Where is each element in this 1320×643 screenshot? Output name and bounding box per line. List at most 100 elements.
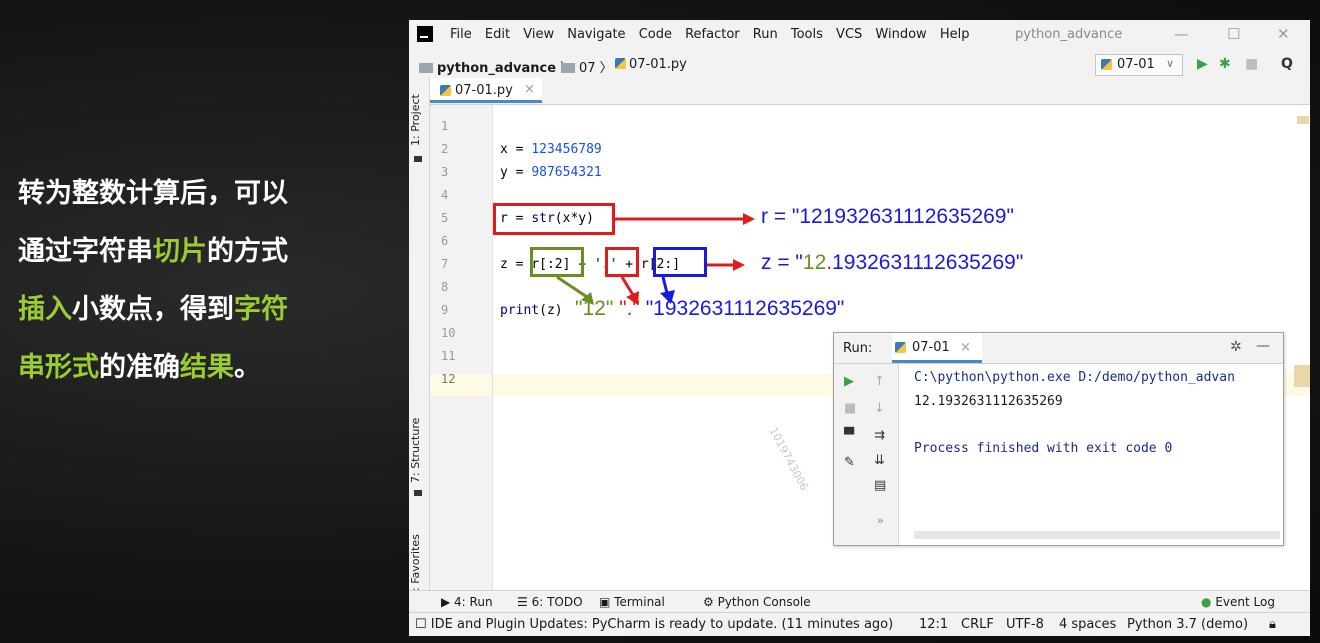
breadcrumb-project[interactable]: python_advance 〉 xyxy=(419,57,573,76)
error-stripe-marker[interactable] xyxy=(1294,365,1310,387)
caption-highlight: 插入 xyxy=(18,294,72,325)
caption-line-3: 插入小数点，得到字符 xyxy=(18,281,388,339)
line-number: 3 xyxy=(441,165,449,179)
run-tool-tab[interactable]: ▶ 4: Run xyxy=(441,595,493,609)
search-icon[interactable]: Q xyxy=(1281,56,1293,72)
file-encoding[interactable]: UTF-8 xyxy=(1006,617,1044,632)
hide-panel-icon[interactable]: — xyxy=(1256,338,1270,354)
breadcrumb-folder[interactable]: 07 〉 xyxy=(561,57,613,76)
menu-window[interactable]: Window xyxy=(875,27,926,42)
caption-text: 通过字符串 xyxy=(18,236,153,267)
navigation-bar: python_advance 〉 07 〉 07-01.py 07-01 ∨ ▶… xyxy=(409,50,1310,79)
run-panel-header: Run: 07-01 × ✲ — xyxy=(834,333,1283,364)
soft-wrap-icon[interactable]: ⇉ xyxy=(874,428,885,443)
run-panel-title: Run: xyxy=(843,341,873,356)
indent-setting[interactable]: 4 spaces xyxy=(1059,617,1116,632)
arrow-up-icon[interactable]: ↑ xyxy=(874,374,885,389)
line-number: 5 xyxy=(441,211,449,225)
gear-icon[interactable]: ✲ xyxy=(1230,339,1242,355)
stop-icon[interactable]: ■ xyxy=(1245,56,1258,72)
structure-icon xyxy=(414,490,422,496)
event-log-tool-tab[interactable]: ● Event Log xyxy=(1201,595,1275,609)
chevron-down-icon: ∨ xyxy=(1166,57,1175,70)
run-panel-toolbar: ▶ ↑ ■ ↓ ▀ ⇉ ⇊ ✎ ▤ » xyxy=(834,364,899,545)
line-number-gutter: 1 2 3 4 5 6 7 8 9 10 11 12 xyxy=(430,105,493,600)
layout-icon[interactable]: ▀ xyxy=(844,428,854,443)
menu-refactor[interactable]: Refactor xyxy=(685,27,740,42)
terminal-tool-tab[interactable]: ▣ Terminal xyxy=(599,595,665,609)
debug-icon[interactable]: ✱ xyxy=(1219,56,1231,72)
print-icon[interactable]: ▤ xyxy=(874,478,886,493)
run-configuration-select[interactable]: 07-01 ∨ xyxy=(1095,54,1183,76)
error-stripe-marker[interactable] xyxy=(1297,116,1309,124)
caption-line-2: 通过字符串切片的方式 xyxy=(18,223,388,281)
line-separator[interactable]: CRLF xyxy=(961,617,994,632)
menu-file[interactable]: File xyxy=(450,27,472,42)
caption-highlight: 字符 xyxy=(234,294,288,325)
line-number: 4 xyxy=(441,188,449,202)
close-icon[interactable]: × xyxy=(524,82,535,97)
breadcrumb-file[interactable]: 07-01.py xyxy=(615,57,687,72)
menu-help[interactable]: Help xyxy=(940,27,970,42)
python-file-icon xyxy=(440,85,451,96)
menu-bar: File Edit View Navigate Code Refactor Ru… xyxy=(450,27,978,42)
scroll-to-end-icon[interactable]: ⇊ xyxy=(874,453,885,468)
menu-edit[interactable]: Edit xyxy=(485,27,510,42)
minimize-button[interactable]: — xyxy=(1174,25,1189,43)
annotation-r-value: r = "1219326311126352​69" xyxy=(761,205,1014,228)
run-configuration-label: 07-01 xyxy=(1117,57,1155,72)
menu-run[interactable]: Run xyxy=(753,27,778,42)
run-output-result: 12.1932631112635269 xyxy=(914,394,1063,409)
editor-tab-07-01[interactable]: 07-01.py × xyxy=(430,78,542,103)
run-output-command: C:\python\python.exe D:/demo/python_adva… xyxy=(914,370,1235,385)
pycharm-logo-icon xyxy=(417,26,433,42)
menu-view[interactable]: View xyxy=(523,27,554,42)
maximize-button[interactable]: ☐ xyxy=(1227,25,1240,43)
pin-icon[interactable]: ✎ xyxy=(844,455,855,470)
arrow-down-icon[interactable]: ↓ xyxy=(874,401,885,416)
line-number: 11 xyxy=(441,349,456,363)
line-number: 7 xyxy=(441,257,449,271)
more-icon[interactable]: » xyxy=(877,514,884,527)
close-icon[interactable]: × xyxy=(960,340,971,355)
stop-icon[interactable]: ■ xyxy=(844,401,856,416)
caption-highlight: 结果 xyxy=(180,352,234,383)
caption-line-1: 转为整数计算后，可以 xyxy=(18,165,388,223)
run-tab-07-01[interactable]: 07-01 × xyxy=(892,333,982,363)
menu-code[interactable]: Code xyxy=(639,27,672,42)
caption-highlight: 串形式 xyxy=(18,352,99,383)
pycharm-window: File Edit View Navigate Code Refactor Ru… xyxy=(409,20,1310,636)
todo-tool-tab[interactable]: ☰ 6: TODO xyxy=(517,595,583,609)
run-icon[interactable]: ▶ xyxy=(1197,56,1208,72)
editor-tab-strip: 07-01.py × xyxy=(430,78,1310,105)
menu-vcs[interactable]: VCS xyxy=(836,27,862,42)
python-file-icon xyxy=(1101,59,1112,70)
status-message[interactable]: ☐ IDE and Plugin Updates: PyCharm is rea… xyxy=(415,617,893,632)
caret-position[interactable]: 12:1 xyxy=(919,617,948,632)
python-file-icon xyxy=(895,342,906,353)
line-number: 1 xyxy=(441,119,449,133)
menu-tools[interactable]: Tools xyxy=(791,27,823,42)
lock-icon[interactable]: 🔒︎ xyxy=(1269,617,1276,632)
horizontal-scrollbar[interactable] xyxy=(914,531,1280,539)
close-button[interactable]: ✕ xyxy=(1277,25,1290,43)
current-line-gutter xyxy=(430,374,492,396)
caption-text: 小数点，得到 xyxy=(72,294,234,325)
title-bar: File Edit View Navigate Code Refactor Ru… xyxy=(409,20,1310,50)
line-number: 10 xyxy=(441,326,456,340)
python-console-tool-tab[interactable]: ⚙ Python Console xyxy=(703,595,811,609)
folder-icon xyxy=(419,63,433,73)
slide-caption: 转为整数计算后，可以 通过字符串切片的方式 插入小数点，得到字符 串形式的准确结… xyxy=(18,165,388,397)
rerun-icon[interactable]: ▶ xyxy=(844,374,854,389)
run-output-exit: Process finished with exit code 0 xyxy=(914,441,1173,456)
run-tab-label: 07-01 xyxy=(912,340,950,355)
python-interpreter[interactable]: Python 3.7 (demo) xyxy=(1127,617,1248,632)
caption-text: 的方式 xyxy=(207,236,288,267)
menu-navigate[interactable]: Navigate xyxy=(567,27,625,42)
left-tool-strip: 1: Project 7: Structure 2: Favorites ★ xyxy=(409,78,430,629)
caption-text: 。 xyxy=(234,352,261,383)
line-number: 12 xyxy=(441,372,456,386)
line-number: 6 xyxy=(441,234,449,248)
line-number: 2 xyxy=(441,142,449,156)
tool-window-bar: ▶ 4: Run ☰ 6: TODO ▣ Terminal ⚙ Python C… xyxy=(409,590,1310,613)
